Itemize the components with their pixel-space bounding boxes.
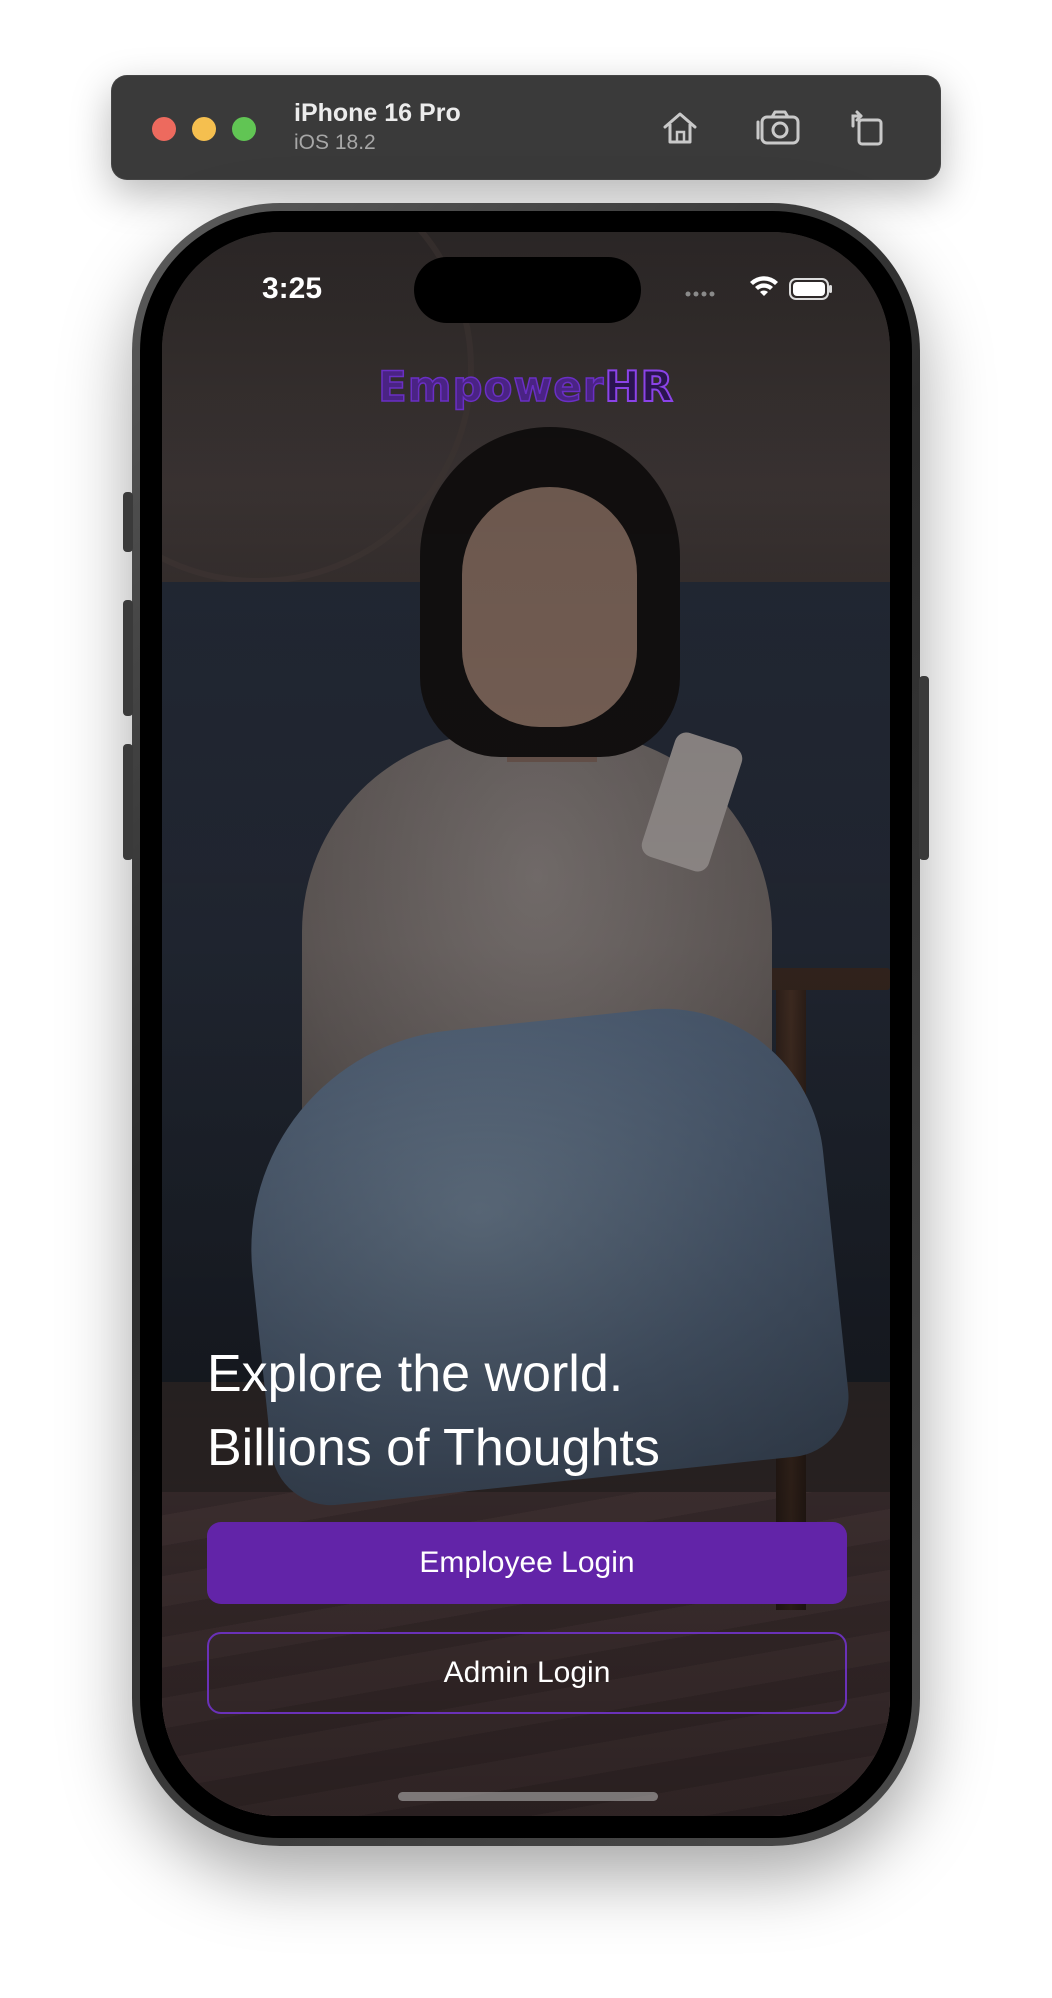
app-logo: EmpowerHR bbox=[162, 361, 890, 412]
admin-login-button[interactable]: Admin Login bbox=[207, 1632, 847, 1714]
zoom-window-button[interactable] bbox=[232, 117, 256, 141]
minimize-window-button[interactable] bbox=[192, 117, 216, 141]
phone-screen: 3:25 EmpowerHR Explore the world. Billio… bbox=[162, 232, 890, 1816]
home-button[interactable] bbox=[655, 105, 705, 151]
screenshot-button[interactable] bbox=[754, 105, 804, 151]
employee-login-button[interactable]: Employee Login bbox=[207, 1522, 847, 1604]
logo-hr: HR bbox=[603, 361, 674, 412]
logo-empower: Empower bbox=[377, 361, 605, 412]
headline: Explore the world. Billions of Thoughts bbox=[207, 1337, 847, 1485]
volume-up-button[interactable] bbox=[123, 600, 133, 716]
device-os-version: iOS 18.2 bbox=[294, 131, 376, 154]
status-time: 3:25 bbox=[262, 272, 323, 305]
wifi-icon bbox=[750, 276, 778, 296]
action-button[interactable] bbox=[123, 492, 133, 552]
screenshot-icon bbox=[756, 110, 800, 145]
power-button[interactable] bbox=[919, 676, 929, 860]
device-name: iPhone 16 Pro bbox=[294, 99, 461, 127]
rotate-icon bbox=[851, 110, 883, 146]
signal-icon bbox=[685, 291, 715, 297]
close-window-button[interactable] bbox=[152, 117, 176, 141]
battery-icon bbox=[789, 278, 832, 300]
status-icons bbox=[682, 274, 832, 304]
simulator-toolbar: iPhone 16 Pro iOS 18.2 bbox=[111, 75, 941, 180]
volume-down-button[interactable] bbox=[123, 744, 133, 860]
headline-line-1: Explore the world. bbox=[207, 1345, 624, 1403]
dynamic-island bbox=[414, 257, 641, 323]
rotate-button[interactable] bbox=[842, 105, 892, 151]
home-indicator[interactable] bbox=[398, 1792, 658, 1801]
home-icon bbox=[663, 112, 697, 144]
headline-line-2: Billions of Thoughts bbox=[207, 1419, 660, 1477]
